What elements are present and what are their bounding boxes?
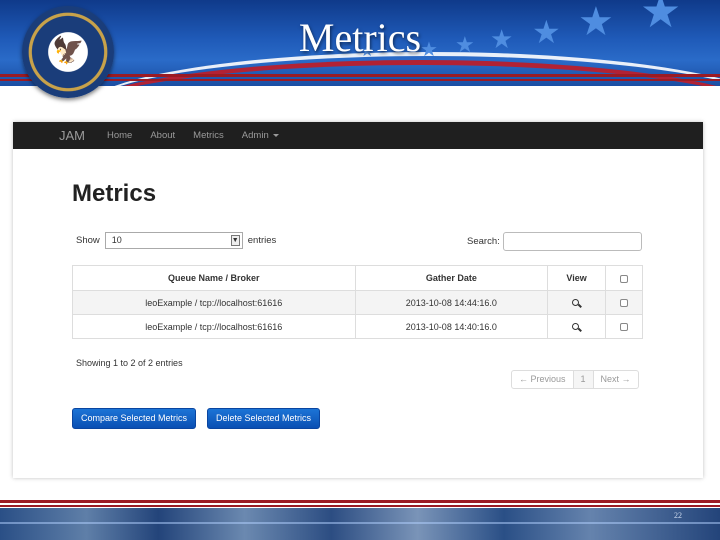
zoom-in-icon[interactable] — [572, 298, 581, 308]
search-control: Search: — [467, 232, 642, 251]
page-title: Metrics — [72, 180, 157, 207]
metrics-table: Queue Name / Broker Gather Date View leo… — [72, 265, 643, 339]
cell-view — [547, 290, 607, 315]
nav-dropdown-admin[interactable]: Admin — [242, 130, 279, 141]
nav-link-home[interactable]: Home — [107, 130, 132, 141]
cell-view — [547, 314, 607, 339]
column-header-queue[interactable]: Queue Name / Broker — [72, 265, 356, 291]
page-1-button[interactable]: 1 — [573, 371, 594, 388]
show-label: Show — [76, 235, 100, 246]
cell-date: 2013-10-08 14:44:16.0 — [354, 290, 549, 315]
table-row: leoExample / tcp://localhost:61616 2013-… — [72, 314, 643, 339]
chevron-down-icon: ▼ — [230, 235, 240, 246]
cell-select — [605, 314, 643, 339]
select-all-checkbox[interactable] — [620, 274, 629, 283]
next-page-button[interactable]: Next → — [594, 371, 638, 388]
cell-queue: leoExample / tcp://localhost:61616 — [72, 314, 356, 339]
caret-down-icon — [272, 133, 279, 137]
footer-rule — [0, 500, 720, 503]
nav-admin-label: Admin — [241, 130, 269, 141]
top-navbar: JAM Home About Metrics Admin — [13, 122, 703, 149]
entries-select-value: 10 — [111, 235, 122, 245]
entries-label: entries — [247, 235, 277, 246]
pagination: ← Previous 1 Next → — [511, 370, 639, 389]
cell-date: 2013-10-08 14:40:16.0 — [354, 314, 549, 339]
navbar-brand[interactable]: JAM — [59, 128, 85, 143]
search-label: Search: — [467, 236, 500, 247]
row-checkbox[interactable] — [620, 323, 629, 332]
column-header-date[interactable]: Gather Date — [354, 265, 549, 291]
column-header-view[interactable]: View — [547, 265, 607, 291]
ekg-line — [0, 522, 720, 524]
eagle-icon: 🦅 — [52, 35, 85, 65]
previous-page-button[interactable]: ← Previous — [512, 371, 574, 388]
search-input[interactable] — [502, 232, 642, 251]
length-control: Show 10 ▼ entries — [76, 232, 276, 249]
va-seal-logo: 🦅 — [22, 6, 114, 98]
entries-select[interactable]: 10 ▼ — [104, 232, 243, 249]
footer-rule — [0, 505, 720, 507]
column-header-select — [605, 265, 643, 291]
table-row: leoExample / tcp://localhost:61616 2013-… — [72, 290, 643, 315]
footer-photo-strip: 22 — [0, 508, 720, 540]
nav-link-metrics[interactable]: Metrics — [193, 130, 224, 141]
compare-selected-metrics-button[interactable]: Compare Selected Metrics — [72, 408, 197, 429]
delete-selected-metrics-button[interactable]: Delete Selected Metrics — [207, 408, 321, 429]
zoom-in-icon[interactable] — [572, 322, 581, 332]
row-checkbox[interactable] — [620, 299, 629, 308]
nav-link-about[interactable]: About — [150, 130, 175, 141]
cell-select — [605, 290, 643, 315]
cell-queue: leoExample / tcp://localhost:61616 — [72, 290, 356, 315]
header-rule — [0, 79, 720, 81]
table-header-row: Queue Name / Broker Gather Date View — [72, 265, 643, 291]
table-info: Showing 1 to 2 of 2 entries — [76, 358, 183, 368]
app-window: JAM Home About Metrics Admin Metrics Sho… — [13, 122, 703, 478]
slide-number: 22 — [674, 511, 682, 520]
